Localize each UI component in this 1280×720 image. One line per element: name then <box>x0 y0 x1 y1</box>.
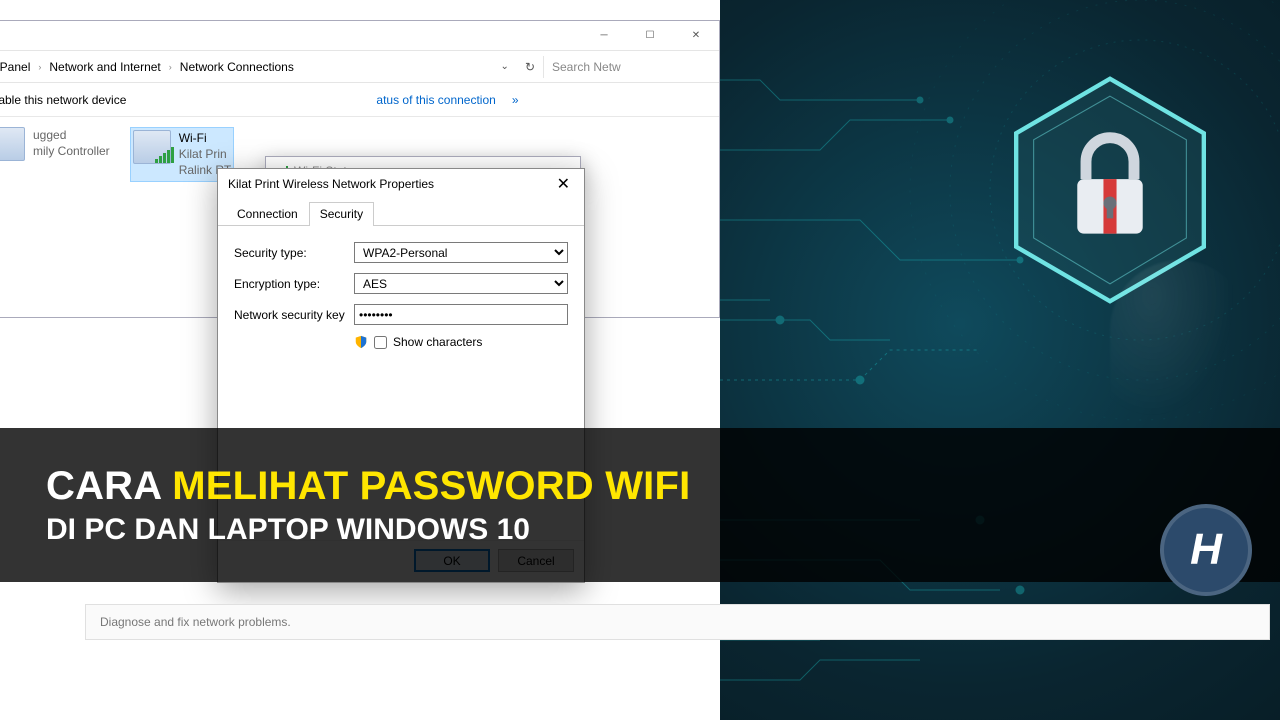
refresh-icon[interactable]: ↻ <box>517 60 543 74</box>
finger-silhouette <box>1110 260 1250 440</box>
encryption-type-label: Encryption type: <box>234 277 354 291</box>
network-key-input[interactable] <box>354 304 568 325</box>
close-icon[interactable]: ✕ <box>553 174 574 194</box>
logo-letter: H <box>1190 525 1222 575</box>
chevron-right-icon: › <box>167 62 174 72</box>
view-status-button[interactable]: atus of this connection <box>366 93 505 107</box>
title-prefix: CARA <box>46 464 172 508</box>
breadcrumb-item[interactable]: Network and Internet <box>43 60 166 74</box>
explorer-titlebar: ─ ☐ ✕ <box>0 21 719 51</box>
command-bar: Disable this network device atus of this… <box>0 83 719 117</box>
dialog-title: Kilat Print Wireless Network Properties <box>228 177 434 191</box>
uac-shield-icon <box>354 335 368 349</box>
network-key-label: Network security key <box>234 308 354 322</box>
tab-security[interactable]: Security <box>309 202 374 226</box>
encryption-type-select[interactable]: AES <box>354 273 568 294</box>
breadcrumb-item[interactable]: rol Panel <box>0 60 36 74</box>
maximize-button[interactable]: ☐ <box>627 21 673 50</box>
title-subline: DI PC DAN LAPTOP WINDOWS 10 <box>46 513 1280 547</box>
show-characters-label: Show characters <box>393 335 482 349</box>
breadcrumb-item[interactable]: Network Connections <box>174 60 300 74</box>
address-bar[interactable]: rol Panel› Network and Internet› Network… <box>0 51 719 83</box>
search-input[interactable]: Search Netw <box>543 56 713 78</box>
minimize-button[interactable]: ─ <box>581 21 627 50</box>
troubleshoot-panel[interactable]: Diagnose and fix network problems. <box>85 604 1270 640</box>
close-button[interactable]: ✕ <box>673 21 719 50</box>
disable-device-button[interactable]: Disable this network device <box>0 93 136 107</box>
security-type-select[interactable]: WPA2-Personal <box>354 242 568 263</box>
channel-logo: H <box>1160 504 1252 596</box>
adapter-ethernet[interactable]: ugged mily Controller <box>0 127 110 182</box>
title-highlight: MELIHAT PASSWORD WIFI <box>172 464 690 508</box>
tab-connection[interactable]: Connection <box>226 202 309 226</box>
security-type-label: Security type: <box>234 246 354 260</box>
chevron-right-icon: › <box>36 62 43 72</box>
video-title-overlay: CARA MELIHAT PASSWORD WIFI DI PC DAN LAP… <box>0 428 1280 582</box>
address-dropdown-icon[interactable]: ⌄ <box>493 61 517 72</box>
show-characters-checkbox[interactable] <box>374 336 387 349</box>
tab-strip: Connection Security <box>218 199 584 226</box>
ethernet-icon <box>0 127 25 161</box>
wifi-signal-icon <box>155 147 174 163</box>
wifi-adapter-icon <box>133 130 171 164</box>
more-commands-button[interactable]: » <box>506 93 525 107</box>
